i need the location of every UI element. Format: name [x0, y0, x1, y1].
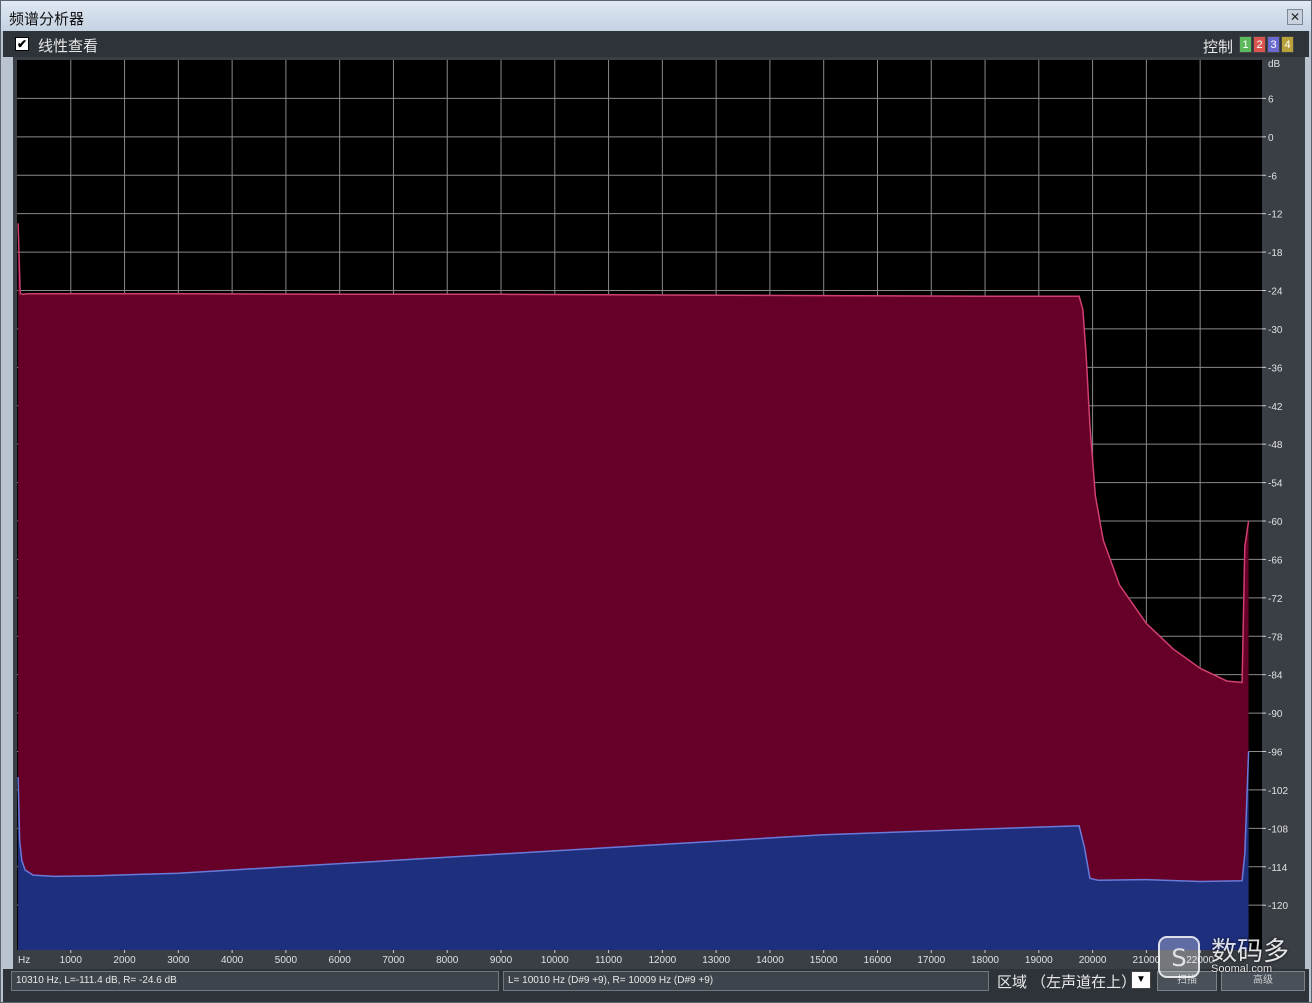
- selection-readout: L= 10010 Hz (D#9 +9), R= 10009 Hz (D#9 +…: [503, 971, 989, 991]
- channel-2-button[interactable]: 2: [1253, 36, 1266, 53]
- channel-3-button[interactable]: 3: [1267, 36, 1280, 53]
- y-tick-label: -6: [1268, 171, 1277, 182]
- x-tick-label: 10000: [541, 955, 569, 966]
- y-axis-label: dB: [1268, 59, 1281, 70]
- x-tick-label: 8000: [436, 955, 459, 966]
- x-tick-label: 11000: [595, 955, 623, 966]
- x-tick-label: 12000: [648, 955, 676, 966]
- control-label: 控制: [1203, 39, 1234, 56]
- y-tick-label: -78: [1268, 632, 1283, 643]
- channel-4-button[interactable]: 4: [1281, 36, 1294, 53]
- y-tick-label: -114: [1268, 863, 1288, 874]
- y-tick-label: -18: [1268, 248, 1283, 259]
- cursor-readout: 10310 Hz, L=-111.4 dB, R= -24.6 dB: [11, 971, 499, 991]
- linear-view-checkbox[interactable]: ✔: [15, 37, 29, 51]
- watermark-url: Soomal.com: [1211, 963, 1273, 975]
- close-button[interactable]: ✕: [1287, 9, 1303, 25]
- y-tick-label: -90: [1268, 709, 1283, 720]
- y-tick-label: -96: [1268, 748, 1283, 759]
- x-tick-label: 15000: [810, 955, 838, 966]
- spectrum-analyzer-window: 频谱分析器 ✕ ✔ 线性查看 控制 1 2 3 4 dB 6 0 -6 -12 -18 -2…: [0, 0, 1312, 1003]
- window-title: 频谱分析器: [9, 11, 85, 28]
- x-tick-label: 16000: [864, 955, 892, 966]
- x-tick-label: 3000: [167, 955, 190, 966]
- x-axis-label: Hz: [18, 955, 30, 966]
- y-tick-label: -48: [1268, 440, 1283, 451]
- y-tick-label: -54: [1268, 479, 1283, 490]
- x-tick-label: 18000: [971, 955, 999, 966]
- y-tick-label: -66: [1268, 555, 1283, 566]
- y-tick-label: 0: [1268, 133, 1274, 144]
- region-label: 区域 （左声道在上）: [997, 974, 1137, 991]
- watermark-logo: S 数码多 Soomal.com: [1153, 931, 1303, 981]
- y-tick-label: -60: [1268, 517, 1283, 528]
- x-tick-label: 19000: [1025, 955, 1053, 966]
- status-bar: 10310 Hz, L=-111.4 dB, R= -24.6 dB L= 10…: [3, 969, 1309, 1002]
- y-tick-label: 6: [1268, 94, 1274, 105]
- title-bar: 频谱分析器 ✕: [1, 1, 1311, 31]
- spectrum-plot-frame[interactable]: dB 6 0 -6 -12 -18 -24 -30 -36 -42 -48 -54 -60 -66 -72 -…: [13, 57, 1305, 969]
- y-tick-label: -84: [1268, 671, 1283, 682]
- x-tick-label: 5000: [275, 955, 298, 966]
- y-tick-label: -36: [1268, 363, 1283, 374]
- spectrum-chart[interactable]: dB 6 0 -6 -12 -18 -24 -30 -36 -42 -48 -54 -60 -66 -72 -…: [13, 57, 1305, 969]
- y-tick-label: -42: [1268, 402, 1283, 413]
- svg-text:S: S: [1171, 944, 1186, 972]
- y-tick-label: -108: [1268, 824, 1288, 835]
- x-tick-label: 4000: [221, 955, 244, 966]
- x-tick-label: 17000: [917, 955, 945, 966]
- y-tick-label: -12: [1268, 210, 1283, 221]
- x-tick-label: 6000: [329, 955, 352, 966]
- y-tick-label: -102: [1268, 786, 1288, 797]
- x-tick-label: 20000: [1079, 955, 1107, 966]
- region-dropdown-button[interactable]: ▼: [1131, 971, 1151, 989]
- x-tick-label: 13000: [702, 955, 730, 966]
- x-tick-label: 9000: [490, 955, 513, 966]
- channel-1-button[interactable]: 1: [1239, 36, 1252, 53]
- y-tick-label: -24: [1268, 287, 1283, 298]
- y-tick-label: -30: [1268, 325, 1283, 336]
- x-tick-label: 7000: [382, 955, 405, 966]
- y-tick-label: -72: [1268, 594, 1283, 605]
- x-tick-label: 1000: [60, 955, 83, 966]
- toolbar: ✔ 线性查看 控制 1 2 3 4: [3, 31, 1309, 57]
- x-tick-label: 14000: [756, 955, 784, 966]
- x-tick-label: 2000: [113, 955, 136, 966]
- linear-view-label[interactable]: 线性查看: [38, 35, 98, 56]
- soomal-logo-icon: S: [1158, 936, 1200, 978]
- y-tick-label: -120: [1268, 901, 1288, 912]
